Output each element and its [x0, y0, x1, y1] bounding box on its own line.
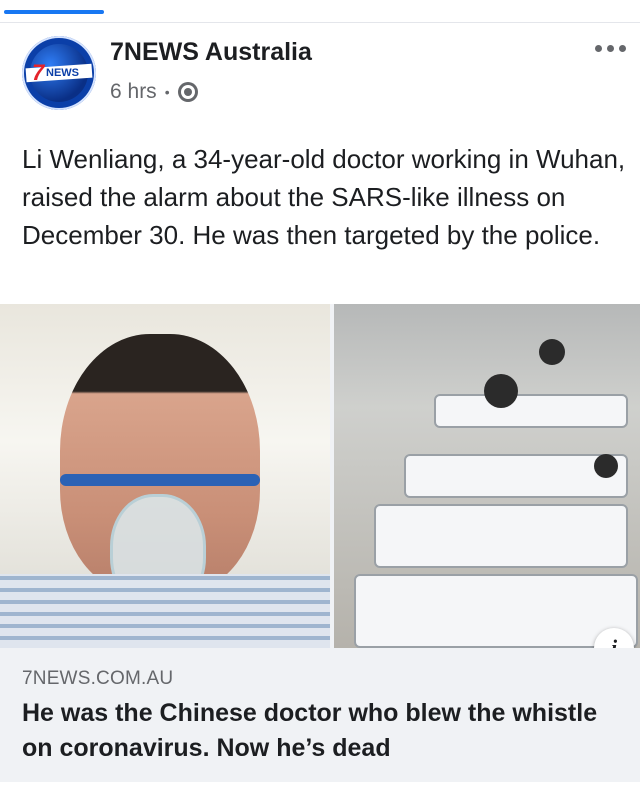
more-options-button[interactable]	[590, 38, 630, 58]
link-preview-card[interactable]: 7NEWS.COM.AU He was the Chinese doctor w…	[0, 648, 640, 782]
card-bottom-spacer	[0, 782, 640, 796]
post-meta: 6 hrs •	[110, 80, 198, 104]
more-dot-icon	[594, 44, 602, 52]
hospital-ward-photo[interactable]	[334, 304, 640, 648]
page-avatar[interactable]: 7 NEWS	[22, 36, 96, 110]
top-tab-bar	[0, 0, 640, 23]
hospital-bed	[374, 504, 628, 568]
patient-figure	[594, 454, 618, 478]
post-media[interactable]	[0, 304, 640, 648]
patient-figure	[484, 374, 518, 408]
page-name-link[interactable]: 7NEWS Australia	[110, 38, 312, 67]
hospital-bed	[434, 394, 628, 428]
patient-figure	[539, 339, 565, 365]
mask-strap	[60, 474, 260, 486]
link-domain: 7NEWS.COM.AU	[22, 668, 174, 689]
more-dot-icon	[618, 44, 626, 52]
meta-separator: •	[164, 84, 170, 100]
post-timestamp[interactable]: 6 hrs	[110, 80, 157, 104]
avatar-logo-text: NEWS	[46, 67, 79, 79]
hospital-bed	[354, 574, 638, 648]
doctor-photo[interactable]	[0, 304, 330, 648]
more-dot-icon	[606, 44, 614, 52]
link-headline[interactable]: He was the Chinese doctor who blew the w…	[22, 696, 622, 766]
post-message: Li Wenliang, a 34-year-old doctor workin…	[22, 144, 626, 250]
avatar-logo-seven: 7	[32, 60, 45, 85]
active-tab-indicator	[4, 10, 104, 14]
striped-blanket	[0, 574, 330, 648]
globe-icon[interactable]	[177, 82, 198, 102]
